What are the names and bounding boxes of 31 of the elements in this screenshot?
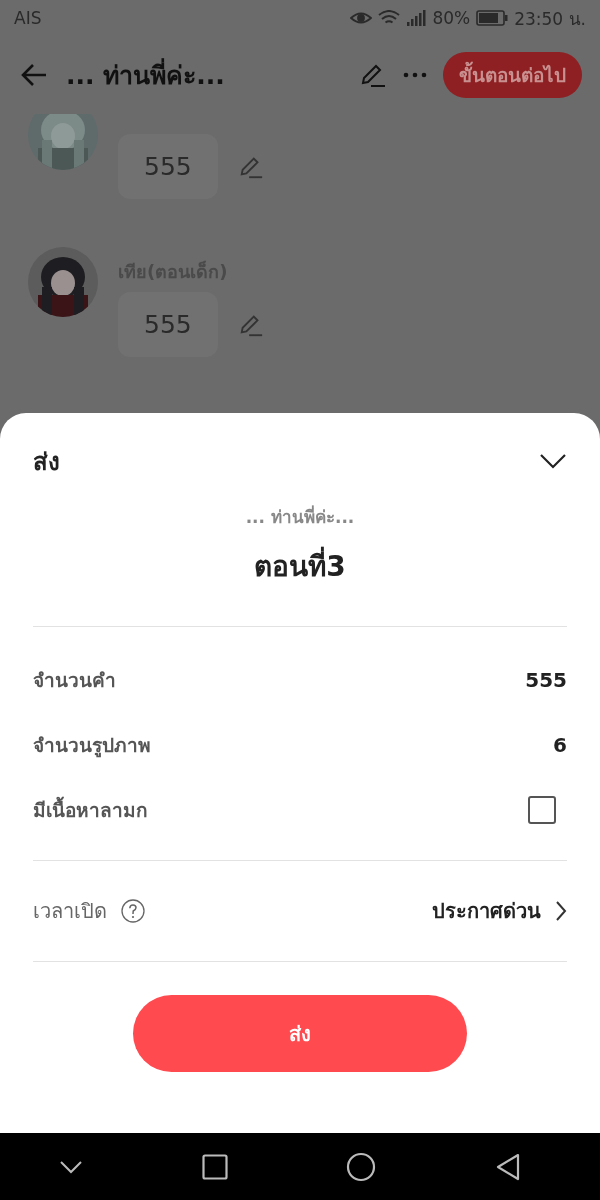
stat-value: 555 bbox=[525, 667, 567, 692]
battery-icon bbox=[476, 10, 509, 26]
wifi-icon bbox=[378, 10, 401, 26]
story-title: ... ท่านพี่ค่ะ... bbox=[245, 504, 355, 529]
battery-percent: 80% bbox=[432, 8, 471, 28]
message-bubble: 555 bbox=[118, 292, 218, 357]
open-time-label: เวลาเปิด bbox=[33, 898, 107, 925]
chevron-down-icon[interactable] bbox=[59, 1159, 84, 1174]
stat-label: จำนวนรูปภาพ bbox=[33, 732, 151, 760]
clock-time: 23:50 น. bbox=[514, 7, 586, 31]
recents-icon[interactable] bbox=[201, 1153, 228, 1180]
story-title: ... ท่านพี่ค่ะ... bbox=[66, 55, 343, 95]
episode-title: ตอนที่3 bbox=[254, 544, 346, 588]
chevron-down-icon[interactable] bbox=[539, 453, 567, 469]
open-time-value[interactable]: ประกาศด่วน bbox=[432, 895, 541, 927]
carrier-name: AIS bbox=[14, 8, 42, 28]
stat-label: มีเนื้อหาลามก bbox=[33, 795, 148, 823]
eye-icon bbox=[350, 11, 373, 25]
sheet-title: ส่ง bbox=[33, 446, 60, 478]
message-bubble: 555 bbox=[118, 134, 218, 199]
home-icon[interactable] bbox=[346, 1151, 377, 1182]
more-icon[interactable] bbox=[403, 71, 427, 79]
send-button[interactable]: ส่ง bbox=[133, 995, 467, 1072]
next-step-button[interactable]: ขั้นตอนต่อไป bbox=[443, 52, 582, 98]
chevron-right-icon[interactable] bbox=[555, 900, 567, 922]
back-icon[interactable] bbox=[494, 1152, 521, 1181]
help-icon[interactable] bbox=[121, 899, 145, 923]
stat-label: จำนวนคำ bbox=[33, 667, 116, 693]
checkbox[interactable] bbox=[528, 795, 556, 824]
signal-icon bbox=[406, 10, 427, 26]
stat-value: 6 bbox=[553, 732, 567, 757]
